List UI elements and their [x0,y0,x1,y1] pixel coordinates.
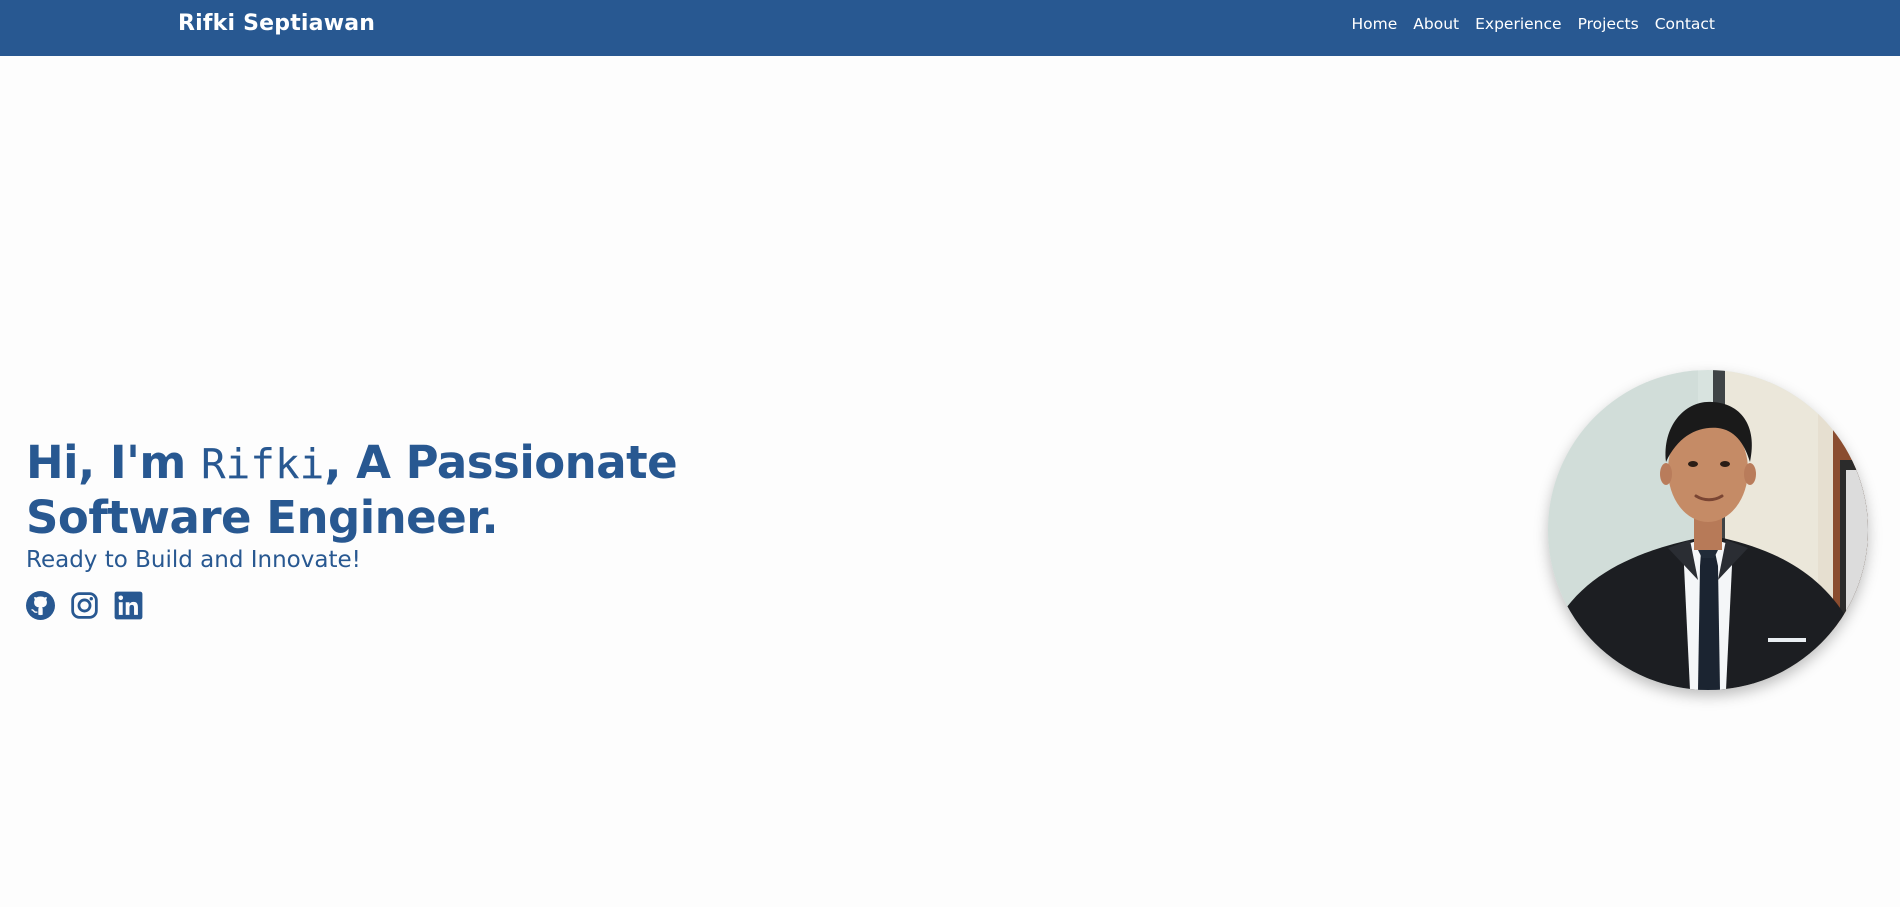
linkedin-icon [114,591,143,620]
nav-about-link[interactable]: About [1413,15,1459,33]
profile-photo-illustration [1548,370,1868,690]
instagram-link[interactable] [70,591,99,620]
nav-home-link[interactable]: Home [1352,15,1398,33]
instagram-icon [71,592,98,619]
hero-section: Hi, I'm Rifki, A Passionate Software Eng… [26,436,906,573]
headline-prefix: Hi, I'm [26,436,201,489]
linkedin-link[interactable] [114,591,143,620]
nav-contact-link[interactable]: Contact [1655,15,1715,33]
profile-photo [1548,370,1868,690]
headline-name: Rifki [200,440,325,488]
github-icon [26,591,55,620]
nav-experience-link[interactable]: Experience [1475,15,1561,33]
navbar: Rifki Septiawan Home About Experience Pr… [0,0,1900,56]
hero-subtitle: Ready to Build and Innovate! [26,547,361,573]
nav-projects-link[interactable]: Projects [1578,15,1639,33]
nav-links: Home About Experience Projects Contact [1352,15,1715,33]
hero-headline: Hi, I'm Rifki, A Passionate Software Eng… [26,436,906,545]
brand-logo[interactable]: Rifki Septiawan [178,11,375,36]
github-link[interactable] [26,591,55,620]
social-links [26,591,143,620]
